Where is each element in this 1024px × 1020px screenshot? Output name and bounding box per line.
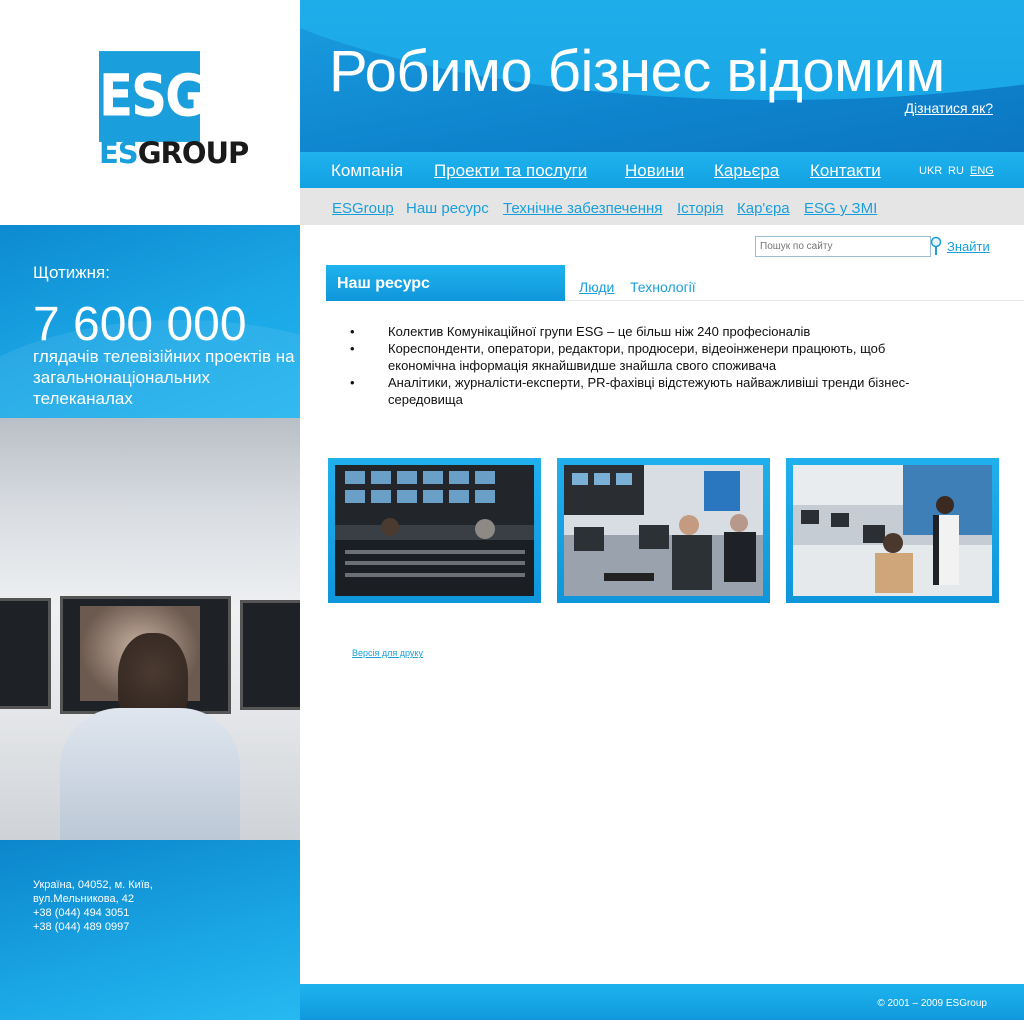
phone-line: +38 (044) 489 0997 — [33, 921, 130, 933]
sub-nav: ESGroup Наш ресурс Технічне забезпечення… — [300, 188, 1024, 225]
search-button[interactable]: Знайти — [947, 239, 990, 254]
logo-area[interactable]: ESG ESGROUP — [0, 0, 300, 225]
logo-wordmark-es: ES — [99, 136, 139, 170]
print-version-link[interactable]: Версія для друку — [352, 648, 423, 658]
lang-ukr[interactable]: UKR — [919, 165, 942, 177]
search-icon[interactable] — [930, 236, 942, 256]
subnav-item-our-resource[interactable]: Наш ресурс — [406, 200, 489, 217]
tab-people[interactable]: Люди — [579, 279, 614, 295]
address-line: Україна, 04052, м. Київ, — [33, 879, 153, 891]
tab-our-resource[interactable]: Наш ресурс — [326, 265, 565, 301]
subnav-item-career[interactable]: Кар'єра — [737, 200, 790, 217]
nav-item-company[interactable]: Компанія — [331, 161, 403, 181]
subnav-item-esgroup[interactable]: ESGroup — [332, 200, 394, 217]
nav-item-projects[interactable]: Проекти та послуги — [434, 161, 587, 181]
phone-line: +38 (044) 494 3051 — [33, 907, 130, 919]
subnav-item-media[interactable]: ESG у ЗМІ — [804, 200, 877, 217]
tab-divider — [565, 300, 1024, 301]
learn-more-link[interactable]: Дізнатися як? — [905, 100, 993, 116]
list-item: Аналітики, журналісти-експерти, PR-фахів… — [350, 374, 918, 408]
logo-wordmark[interactable]: ESGROUP — [99, 136, 250, 170]
tab-label: Наш ресурс — [337, 275, 430, 292]
nav-item-contacts[interactable]: Контакти — [810, 161, 881, 181]
stats-description: глядачів телевізійних проектів на загаль… — [33, 347, 295, 408]
control-room-photo — [335, 465, 534, 596]
subnav-item-tech-support[interactable]: Технічне забезпечення — [503, 200, 662, 217]
tv-screen — [240, 600, 300, 710]
footer: © 2001 – 2009 ESGroup — [300, 984, 1024, 1020]
photo-card[interactable] — [557, 458, 770, 603]
tv-screen — [0, 598, 51, 709]
lang-eng[interactable]: ENG — [970, 165, 994, 177]
address-lines: Україна, 04052, м. Київ, вул.Мельникова,… — [33, 878, 153, 934]
weekly-stats-panel: Щотижня: 7 600 000 глядачів телевізійних… — [0, 225, 300, 418]
logo-wordmark-group: GROUP — [137, 136, 250, 170]
address-line: вул.Мельникова, 42 — [33, 893, 134, 905]
viewer-shoulders — [60, 708, 240, 840]
hero-banner: Робимо бізнес відомим Дізнатися як? — [300, 0, 1024, 152]
nav-item-news[interactable]: Новини — [625, 161, 684, 181]
editing-room-photo — [564, 465, 763, 596]
resource-list: Колектив Комунікаційної групи ESG – це б… — [350, 323, 918, 408]
logo-mark[interactable]: ESG — [99, 51, 206, 142]
tab-technologies[interactable]: Технології — [630, 279, 696, 295]
copyright: © 2001 – 2009 ESGroup — [877, 998, 987, 1009]
left-column: ESG ESGROUP Щотижня: 7 600 000 глядачів … — [0, 0, 300, 1020]
stats-label: Щотижня: — [33, 263, 110, 282]
photo-card[interactable] — [328, 458, 541, 603]
nav-item-career[interactable]: Карьєра — [714, 161, 779, 181]
lang-ru[interactable]: RU — [948, 165, 964, 177]
address-panel: Україна, 04052, м. Київ, вул.Мельникова,… — [0, 840, 300, 1020]
list-item: Колектив Комунікаційної групи ESG – це б… — [350, 323, 918, 340]
photo-card[interactable] — [786, 458, 999, 603]
stats-number: 7 600 000 — [33, 298, 247, 351]
main-nav: Компанія Проекти та послуги Новини Карьє… — [300, 152, 1024, 188]
side-photo — [0, 418, 300, 840]
list-item: Кореспонденти, оператори, редактори, про… — [350, 340, 918, 374]
subnav-item-history[interactable]: Історія — [677, 200, 724, 217]
search-input[interactable] — [755, 236, 931, 257]
slogan: Робимо бізнес відомим — [329, 39, 945, 104]
newsroom-photo — [793, 465, 992, 596]
